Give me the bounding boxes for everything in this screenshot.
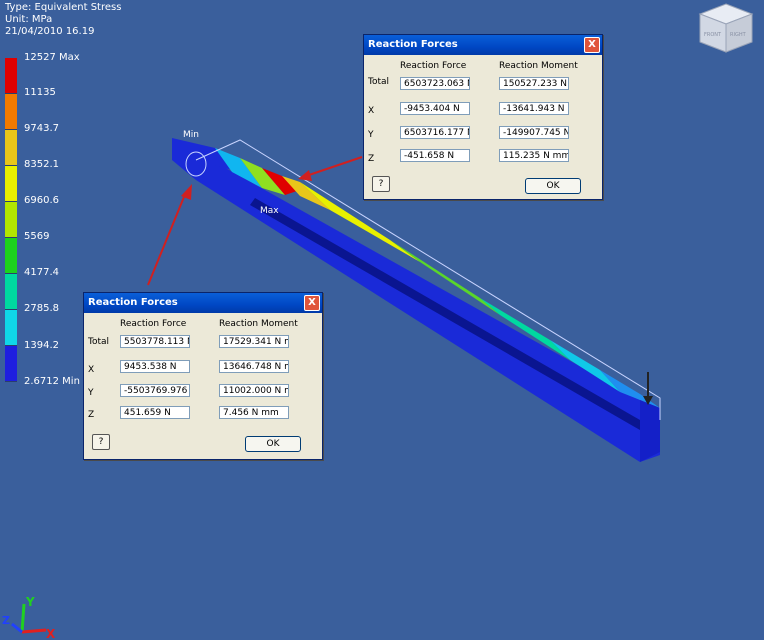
dialog-titlebar[interactable]: Reaction Forces X <box>84 293 322 313</box>
force-y-field[interactable]: 6503716.177 N <box>400 126 470 139</box>
force-column-header: Reaction Force <box>120 319 187 329</box>
viewcube-front-label: FRONT <box>704 32 722 38</box>
moment-y-field[interactable]: 11002.000 N mm <box>219 384 289 397</box>
row-label-z: Z <box>368 154 375 164</box>
force-total-field[interactable]: 5503778.113 N <box>120 335 190 348</box>
close-button[interactable]: X <box>584 37 600 53</box>
force-z-field[interactable]: 451.659 N <box>120 406 190 419</box>
force-total-field[interactable]: 6503723.063 N <box>400 77 470 90</box>
max-marker: Max <box>260 206 279 216</box>
force-y-field[interactable]: -5503769.976 N <box>120 384 190 397</box>
moment-z-field[interactable]: 115.235 N mm <box>499 149 569 162</box>
moment-total-field[interactable]: 150527.233 N mm <box>499 77 569 90</box>
reaction-forces-dialog-bottom[interactable]: Reaction Forces X Reaction Force Reactio… <box>83 292 323 460</box>
dialog-title: Reaction Forces <box>88 297 178 308</box>
triad-x-label: X <box>46 627 56 640</box>
annotation-arrow <box>305 156 363 177</box>
moment-x-field[interactable]: -13641.943 N mm <box>499 102 569 115</box>
moment-x-field[interactable]: 13646.748 N mm <box>219 360 289 373</box>
moment-y-field[interactable]: -149907.745 N mm <box>499 126 569 139</box>
viewcube-right-label: RIGHT <box>730 32 747 38</box>
help-button[interactable]: ? <box>92 434 110 450</box>
force-z-field[interactable]: -451.658 N <box>400 149 470 162</box>
force-x-field[interactable]: -9453.404 N <box>400 102 470 115</box>
axis-triad-icon: Y X Z <box>2 595 56 640</box>
row-label-y: Y <box>88 388 94 398</box>
close-button[interactable]: X <box>304 295 320 311</box>
ok-button[interactable]: OK <box>525 178 581 194</box>
dialog-titlebar[interactable]: Reaction Forces X <box>364 35 602 55</box>
dialog-title: Reaction Forces <box>368 39 458 50</box>
moment-column-header: Reaction Moment <box>219 319 298 329</box>
min-marker: Min <box>183 130 199 140</box>
moment-total-field[interactable]: 17529.341 N mm <box>219 335 289 348</box>
triad-z-label: Z <box>2 614 10 627</box>
force-x-field[interactable]: 9453.538 N <box>120 360 190 373</box>
annotation-arrow <box>147 191 187 286</box>
viewcube-icon[interactable]: FRONT RIGHT <box>694 0 758 56</box>
row-label-x: X <box>88 365 95 375</box>
moment-column-header: Reaction Moment <box>499 61 578 71</box>
row-label-y: Y <box>368 130 374 140</box>
row-label-z: Z <box>88 410 95 420</box>
triad-y-label: Y <box>25 595 35 609</box>
moment-z-field[interactable]: 7.456 N mm <box>219 406 289 419</box>
force-column-header: Reaction Force <box>400 61 467 71</box>
beam-end-face <box>640 400 660 462</box>
row-label-total: Total <box>368 77 390 87</box>
reaction-forces-dialog-top[interactable]: Reaction Forces X Reaction Force Reactio… <box>363 34 603 200</box>
annotation-arrow-head <box>298 170 312 181</box>
row-label-total: Total <box>88 337 110 347</box>
ok-button[interactable]: OK <box>245 436 301 452</box>
row-label-x: X <box>368 106 375 116</box>
help-button[interactable]: ? <box>372 176 390 192</box>
